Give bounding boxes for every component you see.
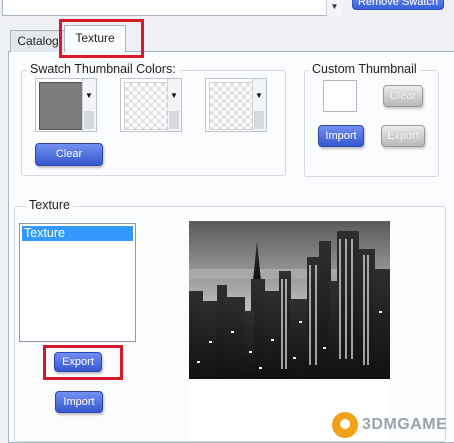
swatch-clear-button[interactable]: Clear — [35, 143, 103, 166]
scrollbar — [84, 111, 94, 129]
remove-swatch-button[interactable]: Remove Swatch — [352, 0, 444, 10]
texture-list[interactable]: Texture — [19, 223, 136, 342]
swatch-dropdown-button[interactable]: ▼ — [252, 79, 266, 131]
swatch-dropdown-button[interactable]: ▼ — [167, 79, 181, 131]
custom-thumbnail-title: Custom Thumbnail — [309, 62, 420, 76]
texture-preview-image — [189, 221, 390, 441]
catalog-dropdown[interactable] — [2, 0, 342, 16]
city-skyline-image — [189, 221, 390, 379]
watermark: 3DMGAME — [332, 409, 454, 441]
swatch-color-preview — [39, 82, 87, 130]
thumbnail-import-button[interactable]: Import — [318, 125, 364, 147]
texture-group-title: Texture — [26, 198, 73, 212]
list-item[interactable]: Texture — [22, 226, 133, 241]
export-highlight-annotation — [43, 345, 123, 380]
swatch-picker-1[interactable]: ▼ — [35, 78, 97, 132]
texture-import-button[interactable]: Import — [55, 391, 103, 413]
chevron-down-icon[interactable]: ▼ — [326, 0, 342, 16]
thumbnail-clear-button[interactable]: Clear — [383, 85, 423, 107]
swatch-transparent-preview — [209, 82, 257, 130]
watermark-logo-icon — [332, 412, 358, 438]
chevron-down-icon: ▼ — [85, 91, 93, 100]
swatch-picker-2[interactable]: ▼ — [120, 78, 182, 132]
chevron-down-icon: ▼ — [255, 91, 263, 100]
swatch-dropdown-button[interactable]: ▼ — [82, 79, 96, 131]
custom-thumbnail-preview — [323, 80, 357, 112]
swatch-colors-title: Swatch Thumbnail Colors: — [27, 62, 179, 76]
thumbnail-export-button[interactable]: Export — [381, 125, 425, 147]
tab-highlight-annotation — [59, 19, 144, 58]
watermark-text: 3DMGAME — [362, 416, 448, 433]
chevron-down-icon: ▼ — [170, 91, 178, 100]
swatch-transparent-preview — [124, 82, 172, 130]
scrollbar — [254, 111, 264, 129]
swatch-picker-3[interactable]: ▼ — [205, 78, 267, 132]
scrollbar — [169, 111, 179, 129]
tab-catalog[interactable]: Catalog — [10, 30, 66, 52]
